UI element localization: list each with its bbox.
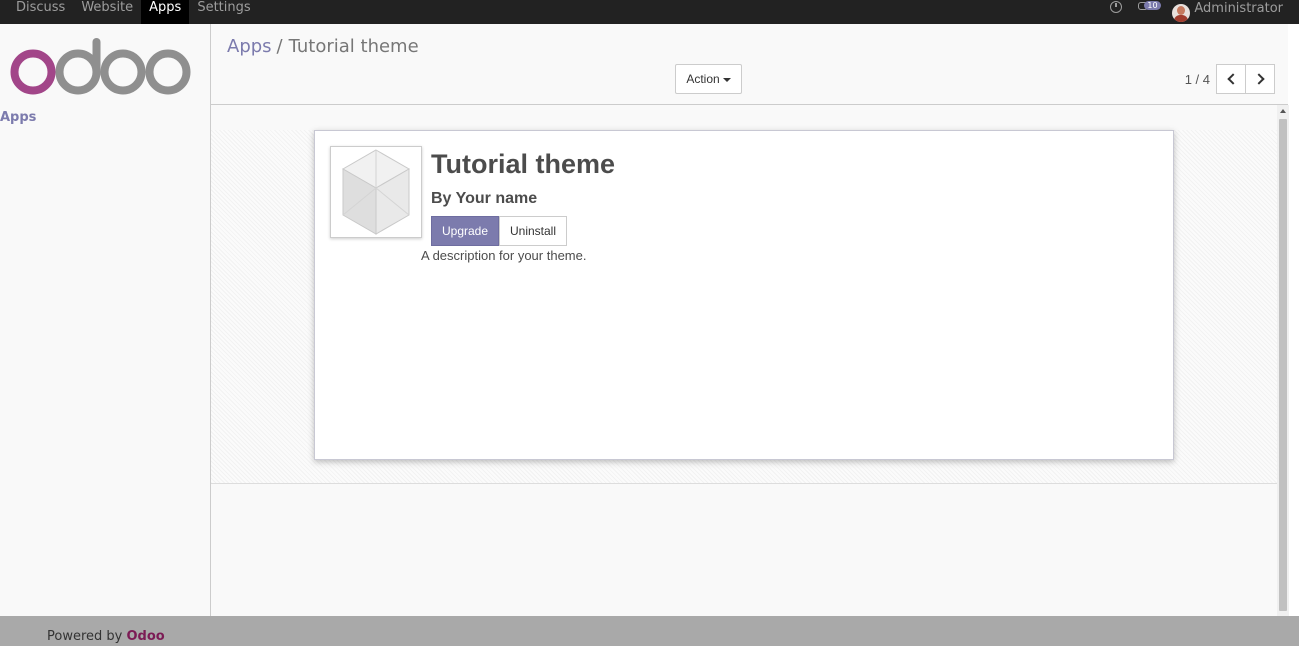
action-label: Action bbox=[686, 72, 720, 86]
breadcrumb-separator: / bbox=[276, 36, 283, 57]
user-menu[interactable]: Administrator bbox=[1194, 1, 1283, 16]
powered-by-odoo-link[interactable]: Odoo bbox=[127, 629, 165, 644]
menu-item-website[interactable]: Website bbox=[73, 0, 141, 24]
breadcrumb-apps-link[interactable]: Apps bbox=[227, 36, 272, 57]
systray: 10 Administrator bbox=[1110, 0, 1283, 24]
action-dropdown-button[interactable]: Action bbox=[675, 64, 742, 94]
messaging-button[interactable]: 10 bbox=[1138, 1, 1161, 13]
control-panel: Apps / Tutorial theme Action 1 / 4 bbox=[211, 24, 1288, 105]
breadcrumb-current: Tutorial theme bbox=[288, 36, 419, 57]
cube-icon bbox=[341, 149, 411, 235]
scrollbar[interactable] bbox=[1277, 105, 1289, 646]
app-title: Tutorial theme bbox=[431, 149, 616, 179]
app-author: By Your name bbox=[431, 190, 538, 207]
form-view: Tutorial theme By Your name Upgrade Unin… bbox=[211, 105, 1288, 616]
menu-item-discuss[interactable]: Discuss bbox=[8, 0, 73, 24]
chevron-left-icon bbox=[1226, 73, 1239, 85]
messages-badge: 10 bbox=[1144, 1, 1161, 10]
app-menu: Discuss Website Apps Settings bbox=[8, 0, 259, 24]
odoo-logo[interactable] bbox=[10, 36, 192, 98]
footer: Powered by Odoo bbox=[0, 616, 1299, 646]
sheet-background: Tutorial theme By Your name Upgrade Unin… bbox=[211, 130, 1277, 484]
avatar[interactable] bbox=[1172, 3, 1191, 22]
powered-by-text: Powered by bbox=[47, 629, 123, 644]
sidebar: Apps bbox=[0, 24, 211, 616]
scrollbar-thumb[interactable] bbox=[1279, 119, 1287, 611]
upgrade-button[interactable]: Upgrade bbox=[431, 216, 499, 246]
sidebar-item-apps[interactable]: Apps bbox=[0, 110, 36, 125]
breadcrumb: Apps / Tutorial theme bbox=[227, 36, 419, 57]
app-image bbox=[330, 146, 422, 238]
pager-count[interactable]: 1 / 4 bbox=[1185, 72, 1210, 87]
window-edge bbox=[1288, 24, 1299, 651]
scroll-up-arrow-icon[interactable] bbox=[1280, 109, 1286, 113]
menu-item-settings[interactable]: Settings bbox=[189, 0, 258, 24]
clock-icon[interactable] bbox=[1110, 1, 1123, 13]
chevron-right-icon bbox=[1252, 73, 1265, 85]
pager: 1 / 4 bbox=[1185, 64, 1275, 94]
pager-previous-button[interactable] bbox=[1216, 64, 1246, 94]
caret-down-icon bbox=[722, 78, 731, 82]
pager-next-button[interactable] bbox=[1245, 64, 1275, 94]
uninstall-button[interactable]: Uninstall bbox=[499, 216, 567, 246]
form-sheet: Tutorial theme By Your name Upgrade Unin… bbox=[314, 130, 1174, 460]
menu-item-apps[interactable]: Apps bbox=[141, 0, 190, 24]
top-navbar: Discuss Website Apps Settings 10 Adminis… bbox=[0, 0, 1299, 24]
powered-by: Powered by Odoo bbox=[47, 629, 165, 644]
app-description: A description for your theme. bbox=[421, 248, 587, 263]
